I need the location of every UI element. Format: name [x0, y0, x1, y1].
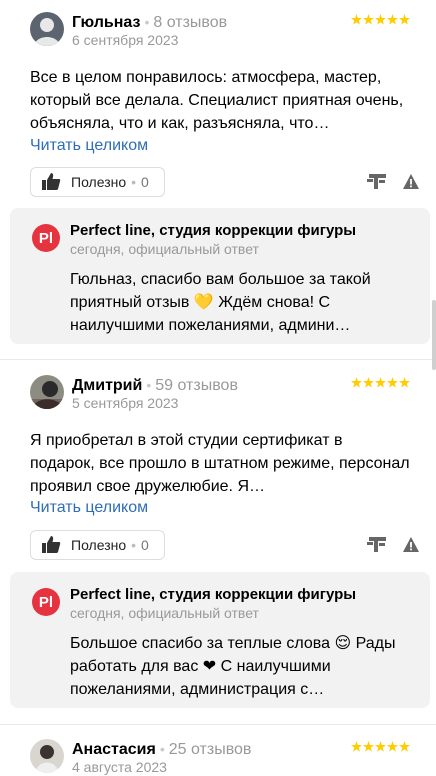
- divider: [0, 724, 436, 725]
- star-icon: [375, 741, 386, 752]
- org-name[interactable]: Perfect line, студия коррекции фигуры: [70, 586, 356, 603]
- org-name[interactable]: Perfect line, студия коррекции фигуры: [70, 222, 356, 239]
- rating-stars: [351, 14, 410, 25]
- review-actions: [366, 535, 420, 553]
- thumbs-up-icon: [42, 536, 61, 553]
- useful-label: Полезно: [71, 174, 127, 190]
- author-line: Гюльназ • 8 отзывов: [72, 14, 228, 31]
- review-card: Дмитрий • 59 отзывов 5 сентября 2023 Я при…: [0, 364, 436, 722]
- author-name[interactable]: Анастасия: [72, 741, 156, 758]
- review-date: 4 августа 2023: [72, 759, 167, 775]
- star-icon: [351, 741, 362, 752]
- star-icon: [399, 377, 410, 388]
- report-icon[interactable]: [402, 173, 420, 190]
- avatar[interactable]: [30, 739, 64, 773]
- rating-stars: [351, 741, 410, 752]
- scrollbar[interactable]: [432, 300, 436, 370]
- star-icon: [375, 14, 386, 25]
- share-icon[interactable]: [366, 535, 388, 553]
- star-icon: [399, 741, 410, 752]
- star-icon: [387, 741, 398, 752]
- star-icon: [351, 14, 362, 25]
- official-response: Pl Perfect line, студия коррекции фигуры…: [10, 572, 430, 708]
- response-meta: сегодня, официальный ответ: [70, 605, 259, 621]
- author-review-count: 59 отзывов: [155, 377, 238, 394]
- review-date: 5 сентября 2023: [72, 395, 179, 411]
- org-logo[interactable]: Pl: [32, 224, 60, 252]
- useful-label: Полезно: [71, 537, 127, 553]
- org-logo[interactable]: Pl: [32, 588, 60, 616]
- review-header: Гюльназ • 8 отзывов 6 сентября 2023: [28, 12, 418, 48]
- response-text: Большое спасибо за теплые слова 😌 Рады р…: [70, 635, 396, 698]
- thumbs-up-icon: [42, 173, 61, 190]
- star-icon: [387, 377, 398, 388]
- divider: [0, 359, 436, 360]
- review-actions: [366, 172, 420, 190]
- official-response: Pl Perfect line, студия коррекции фигуры…: [10, 208, 430, 344]
- review-text: Я приобретал в этой студии сертификат в …: [30, 432, 410, 495]
- star-icon: [387, 14, 398, 25]
- star-icon: [399, 14, 410, 25]
- author-name[interactable]: Дмитрий: [72, 377, 142, 394]
- author-review-count: 25 отзывов: [168, 741, 252, 758]
- star-icon: [375, 377, 386, 388]
- avatar[interactable]: [30, 375, 64, 409]
- star-icon: [363, 377, 374, 388]
- share-icon[interactable]: [366, 172, 388, 190]
- useful-button[interactable]: Полезно • 0: [30, 167, 165, 197]
- avatar[interactable]: [30, 12, 64, 46]
- report-icon[interactable]: [402, 536, 420, 553]
- read-more-link[interactable]: Читать целиком: [30, 499, 148, 517]
- review-text: Все в целом понравилось: атмосфера, маст…: [30, 69, 404, 132]
- star-icon: [363, 14, 374, 25]
- star-icon: [351, 377, 362, 388]
- author-line: Анастасия • 25 отзывов: [72, 741, 252, 758]
- star-icon: [363, 741, 374, 752]
- review-card: Гюльназ • 8 отзывов 6 сентября 2023 Все в …: [0, 0, 436, 358]
- useful-count: 0: [141, 174, 149, 190]
- useful-button[interactable]: Полезно • 0: [30, 530, 165, 560]
- review-date: 6 сентября 2023: [72, 32, 179, 48]
- author-review-count: 8 отзывов: [153, 14, 228, 31]
- rating-stars: [351, 377, 410, 388]
- author-name[interactable]: Гюльназ: [72, 14, 140, 31]
- review-header: Анастасия • 25 отзывов 4 августа 2023: [28, 739, 418, 775]
- useful-count: 0: [141, 537, 149, 553]
- response-meta: сегодня, официальный ответ: [70, 241, 259, 257]
- response-text: Гюльназ, спасибо вам большое за такой пр…: [70, 271, 371, 334]
- read-more-link[interactable]: Читать целиком: [30, 137, 148, 155]
- review-header: Дмитрий • 59 отзывов 5 сентября 2023: [28, 375, 418, 411]
- author-line: Дмитрий • 59 отзывов: [72, 377, 238, 394]
- review-card: Анастасия • 25 отзывов 4 августа 2023: [0, 728, 436, 776]
